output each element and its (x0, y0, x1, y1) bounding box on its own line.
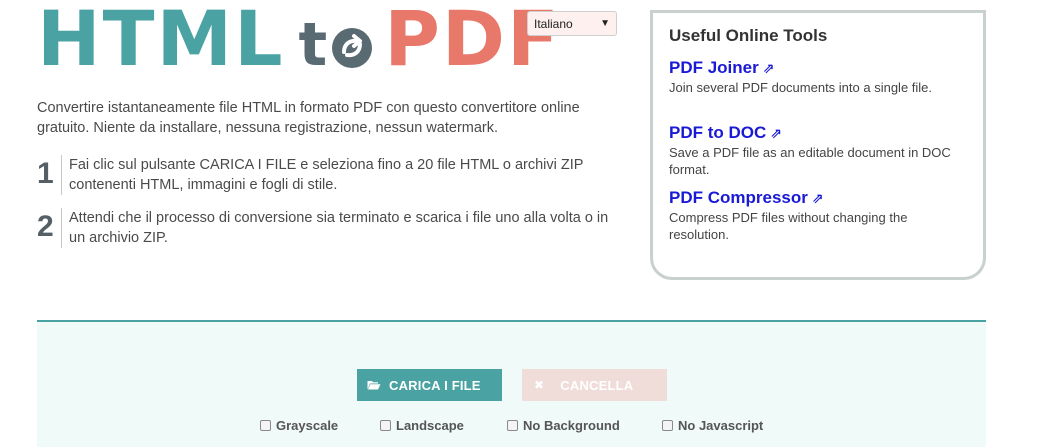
external-link-icon: ⇗ (770, 125, 783, 141)
language-select[interactable]: Italiano ▼ (527, 11, 617, 36)
pdf-joiner-link[interactable]: PDF Joiner ⇗ (669, 58, 774, 78)
option-landscape[interactable]: Landscape (380, 418, 464, 433)
tool-description: Compress PDF files without changing the … (669, 210, 908, 242)
step-divider (61, 208, 62, 248)
step-divider (61, 155, 62, 195)
page: HTML t PDF Italiano ▼ Convertire istanta… (0, 0, 1055, 447)
pdf-compressor-link[interactable]: PDF Compressor ⇗ (669, 188, 824, 208)
step-1: 1 Fai clic sul pulsante CARICA I FILE e … (37, 155, 627, 195)
grayscale-checkbox[interactable] (260, 420, 271, 431)
option-grayscale[interactable]: Grayscale (260, 418, 338, 433)
option-label: No Javascript (678, 418, 764, 433)
tool-item-pdf-joiner: PDF Joiner ⇗ Join several PDF documents i… (669, 58, 969, 96)
option-no-background[interactable]: No Background (507, 418, 620, 433)
step-number: 2 (37, 210, 54, 243)
conversion-options: Grayscale Landscape No Background No Jav… (37, 418, 986, 438)
option-label: No Background (523, 418, 620, 433)
intro-text: Convertire istantaneamente file HTML in … (37, 100, 580, 136)
logo-to-text: t (299, 10, 375, 80)
no-javascript-checkbox[interactable] (662, 420, 673, 431)
useful-tools-panel: Useful Online Tools PDF Joiner ⇗ Join sev… (650, 10, 986, 280)
step-text: Attendi che il processo di conversione s… (69, 210, 609, 246)
tool-item-pdf-compressor: PDF Compressor ⇗ Compress PDF files witho… (669, 188, 969, 243)
tool-description: Save a PDF file as an editable document … (669, 145, 951, 177)
language-select-value: Italiano (534, 16, 573, 31)
option-no-javascript[interactable]: No Javascript (662, 418, 763, 433)
upload-button-label: CARICA I FILE (389, 377, 481, 393)
tool-link-label: PDF Joiner (669, 58, 759, 77)
logo-to-letter: t (298, 10, 329, 80)
folder-open-icon (367, 381, 381, 390)
upload-area: CARICA I FILE ✖ CANCELLA Grayscale Lands… (37, 320, 986, 447)
step-2: 2 Attendi che il processo di conversione… (37, 208, 627, 248)
tools-panel-title: Useful Online Tools (669, 26, 828, 45)
external-link-icon: ⇗ (762, 60, 775, 76)
upload-files-button[interactable]: CARICA I FILE (357, 369, 502, 401)
cancel-button[interactable]: ✖ CANCELLA (522, 369, 667, 401)
pdf-to-doc-link[interactable]: PDF to DOC ⇗ (669, 123, 782, 143)
option-label: Grayscale (276, 418, 339, 433)
step-text: Fai clic sul pulsante CARICA I FILE e se… (69, 157, 584, 193)
site-logo[interactable]: HTML t PDF (37, 0, 561, 83)
tool-item-pdf-to-doc: PDF to DOC ⇗ Save a PDF file as an editab… (669, 123, 969, 178)
logo-html-text: HTML (37, 0, 285, 83)
tool-description: Join several PDF documents into a single… (669, 80, 933, 95)
option-label: Landscape (396, 418, 464, 433)
no-background-checkbox[interactable] (507, 420, 518, 431)
chevron-down-icon: ▼ (600, 18, 610, 29)
external-link-icon: ⇗ (811, 190, 824, 206)
tool-link-label: PDF to DOC (669, 123, 767, 142)
close-icon: ✖ (534, 378, 545, 392)
tool-link-label: PDF Compressor (669, 188, 808, 207)
cancel-button-label: CANCELLA (560, 377, 634, 393)
landscape-checkbox[interactable] (380, 420, 391, 431)
logo-arrow-circle-icon (332, 28, 373, 68)
step-number: 1 (37, 157, 54, 190)
